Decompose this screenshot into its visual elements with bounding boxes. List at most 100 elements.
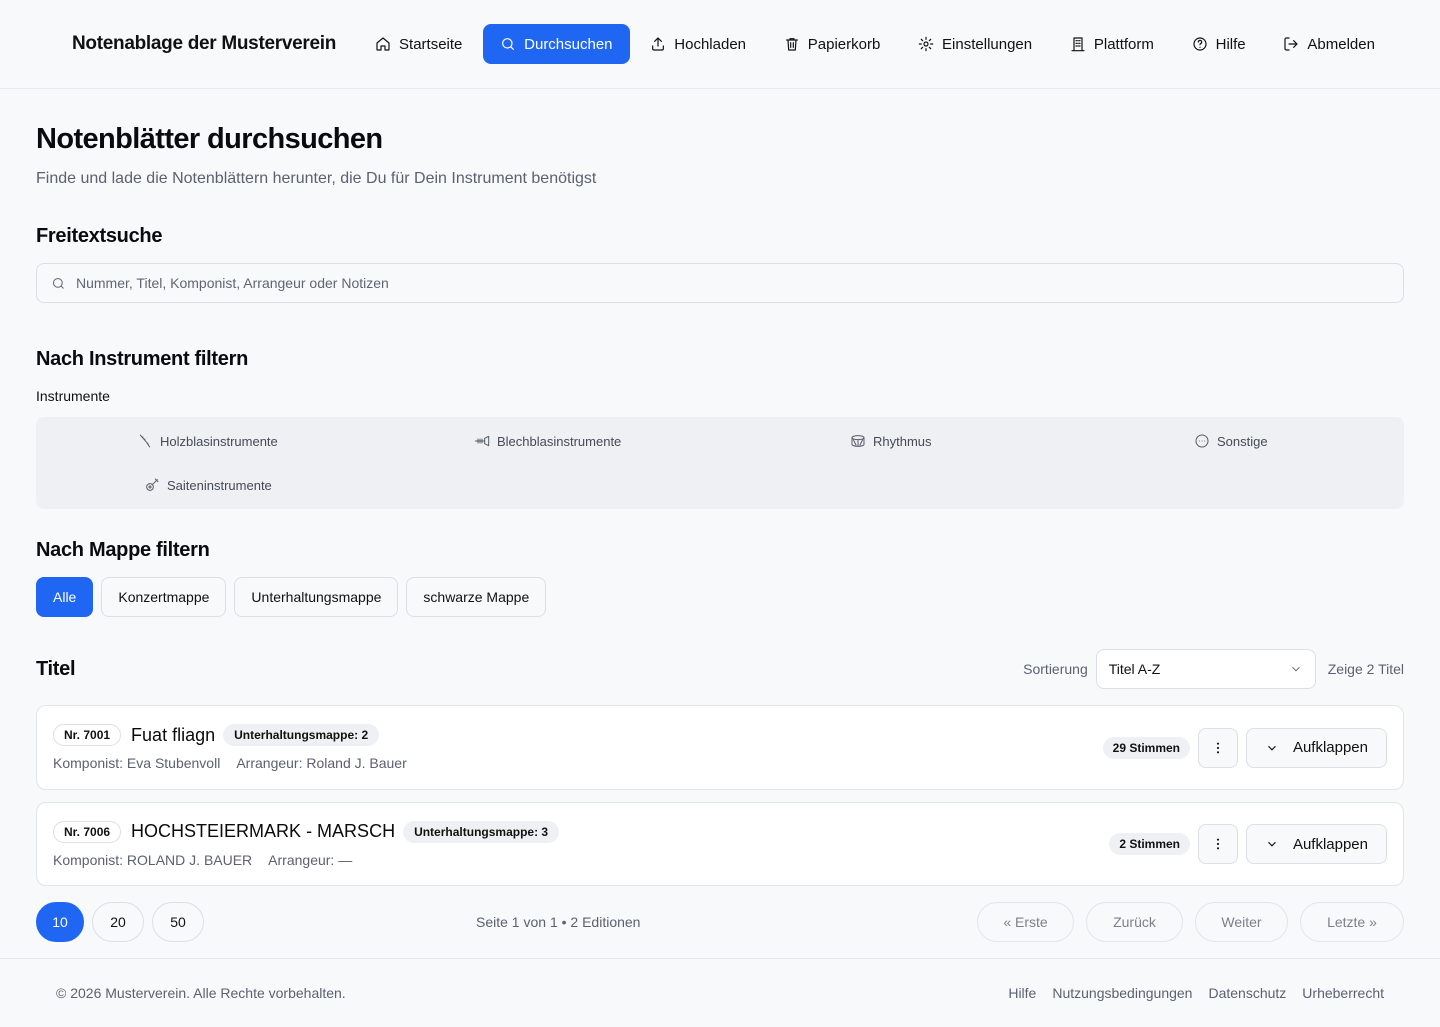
page-size-50[interactable]: 50 (152, 902, 204, 942)
sort-select[interactable]: Titel A-Z (1095, 649, 1316, 689)
freetext-heading: Freitextsuche (36, 225, 163, 247)
more-options-button[interactable] (1198, 824, 1238, 864)
chevron-down-icon (1291, 666, 1300, 672)
footer-link-urheberrecht[interactable]: Urheberrecht (1302, 985, 1384, 1001)
voices-badge: 2 Stimmen (1109, 833, 1190, 855)
instrument-blechblas[interactable]: Blechblasinstrumente (474, 433, 621, 449)
last-page-button[interactable]: Letzte » (1300, 902, 1404, 942)
instrument-filter-heading: Nach Instrument filtern (36, 348, 249, 370)
first-page-button[interactable]: « Erste (977, 902, 1074, 942)
folder-chip-konzertmappe[interactable]: Konzertmappe (101, 577, 227, 617)
folder-chip-alle[interactable]: Alle (36, 577, 94, 617)
next-page-button[interactable]: Weiter (1195, 902, 1288, 942)
title-number-badge: Nr. 7001 (53, 724, 122, 746)
footer-copyright: © 2026 Musterverein. Alle Rechte vorbeha… (56, 985, 346, 1001)
nav-label: Hochladen (674, 35, 746, 53)
nav-label: Durchsuchen (524, 35, 613, 53)
nav-label: Plattform (1093, 35, 1154, 53)
title-card-actions: 29 Stimmen Aufklappen (1102, 727, 1387, 768)
main-content: Notenblätter durchsuchen Finde und lade … (0, 89, 1440, 942)
nav-label: Papierkorb (807, 35, 881, 53)
page-size-10[interactable]: 10 (36, 902, 84, 942)
page-nav-buttons: « Erste Zurück Weiter Letzte » (977, 902, 1404, 942)
nav-papierkorb[interactable]: Papierkorb (767, 24, 898, 64)
prev-page-button[interactable]: Zurück (1086, 902, 1183, 942)
footer-links: Hilfe Nutzungsbedingungen Datenschutz Ur… (1008, 985, 1384, 1001)
top-navigation-bar: Notenablage der Musterverein Startseite … (0, 0, 1440, 89)
instrument-filter-section: Nach Instrument filtern Instrumente Holz… (36, 348, 1404, 509)
instrument-label-text: Holzblasinstrumente (160, 433, 278, 449)
clarinet-icon (139, 434, 151, 448)
title-card-top: Nr. 7006 HOCHSTEIERMARK - MARSCH Unterha… (53, 820, 1109, 843)
search-icon (52, 277, 64, 289)
instrument-label-text: Saiteninstrumente (167, 477, 272, 493)
page-subtitle: Finde und lade die Notenblättern herunte… (36, 170, 597, 187)
instrument-holzblas[interactable]: Holzblasinstrumente (137, 433, 278, 449)
titles-heading: Titel (36, 657, 76, 680)
expand-button[interactable]: Aufklappen (1246, 727, 1387, 768)
instrument-group-list: Holzblasinstrumente Blechblasinstrumente… (36, 417, 1404, 509)
search-input[interactable] (76, 275, 1389, 291)
trumpet-icon (474, 435, 490, 447)
footer-link-nutzungsbedingungen[interactable]: Nutzungsbedingungen (1052, 985, 1192, 1001)
composer: Komponist: Eva Stubenvoll (53, 755, 221, 771)
expand-label: Aufklappen (1292, 835, 1368, 853)
page-size-20[interactable]: 20 (92, 902, 144, 942)
nav-startseite[interactable]: Startseite (358, 24, 479, 64)
nav-abmelden[interactable]: Abmelden (1266, 24, 1392, 64)
footer-link-datenschutz[interactable]: Datenschutz (1208, 985, 1286, 1001)
more-vertical-icon (1216, 742, 1220, 753)
folder-chips: Alle Konzertmappe Unterhaltungsmappe sch… (36, 577, 1404, 617)
title-meta: Komponist: Eva Stubenvoll Arrangeur: Rol… (53, 755, 1103, 771)
gear-icon (918, 36, 934, 52)
title-meta: Komponist: ROLAND J. BAUER Arrangeur: — (53, 852, 1109, 868)
instrument-sonstige[interactable]: Sonstige (1194, 433, 1268, 449)
folder-filter-heading: Nach Mappe filtern (36, 539, 210, 561)
footer: © 2026 Musterverein. Alle Rechte vorbeha… (0, 958, 1440, 1027)
upload-icon (652, 37, 665, 51)
main-nav: Startseite Durchsuchen Hochladen Papierk… (358, 24, 1392, 64)
title-card-top: Nr. 7001 Fuat fliagn Unterhaltungsmappe:… (53, 724, 1103, 746)
more-options-button[interactable] (1198, 727, 1238, 768)
footer-link-hilfe[interactable]: Hilfe (1008, 985, 1036, 1001)
nav-label: Einstellungen (942, 35, 1033, 53)
trash-icon (785, 38, 798, 51)
title-name: Fuat fliagn (131, 724, 216, 745)
sort-value: Titel A-Z (1108, 661, 1161, 677)
nav-label: Abmelden (1307, 35, 1375, 53)
voices-badge: 29 Stimmen (1102, 736, 1190, 759)
nav-label: Hilfe (1215, 35, 1246, 53)
more-vertical-icon (1216, 838, 1220, 850)
folder-badge: Unterhaltungsmappe: 3 (403, 820, 560, 843)
logout-icon (1284, 37, 1299, 51)
instrument-label-text: Rhythmus (873, 433, 932, 449)
instrument-rhythmus[interactable]: Rhythmus (850, 433, 932, 449)
title-number-badge: Nr. 7006 (53, 820, 122, 843)
nav-einstellungen[interactable]: Einstellungen (901, 24, 1049, 64)
title-name: HOCHSTEIERMARK - MARSCH (131, 821, 396, 841)
pagination: 10 20 50 Seite 1 von 1 • 2 Editionen « E… (36, 902, 1404, 942)
expand-label: Aufklappen (1292, 739, 1368, 756)
page-title: Notenblätter durchsuchen (36, 123, 383, 155)
nav-plattform[interactable]: Plattform (1053, 24, 1171, 64)
brand-title: Notenablage der Musterverein (72, 33, 337, 54)
drum-icon (851, 435, 865, 447)
nav-hilfe[interactable]: Hilfe (1175, 24, 1263, 64)
home-icon (376, 37, 390, 51)
titles-header: Titel Sortierung Titel A-Z Zeige 2 Titel (36, 649, 1404, 689)
instrument-saiten[interactable]: Saiteninstrumente (144, 477, 272, 493)
folder-chip-schwarze-mappe[interactable]: schwarze Mappe (406, 577, 547, 617)
composer: Komponist: ROLAND J. BAUER (53, 851, 253, 868)
title-card: Nr. 7006 HOCHSTEIERMARK - MARSCH Unterha… (36, 802, 1404, 886)
page-info: Seite 1 von 1 • 2 Editionen (476, 914, 641, 930)
expand-button[interactable]: Aufklappen (1246, 824, 1387, 864)
folder-badge: Unterhaltungsmappe: 2 (223, 724, 380, 746)
nav-durchsuchen[interactable]: Durchsuchen (483, 24, 630, 64)
search-field[interactable] (36, 263, 1404, 303)
page-size-group: 10 20 50 (36, 902, 476, 942)
chevron-down-icon (1268, 745, 1276, 751)
title-card: Nr. 7001 Fuat fliagn Unterhaltungsmappe:… (36, 705, 1404, 790)
folder-chip-unterhaltungsmappe[interactable]: Unterhaltungsmappe (234, 577, 399, 617)
nav-hochladen[interactable]: Hochladen (633, 24, 763, 64)
help-circle-icon (1193, 37, 1207, 51)
